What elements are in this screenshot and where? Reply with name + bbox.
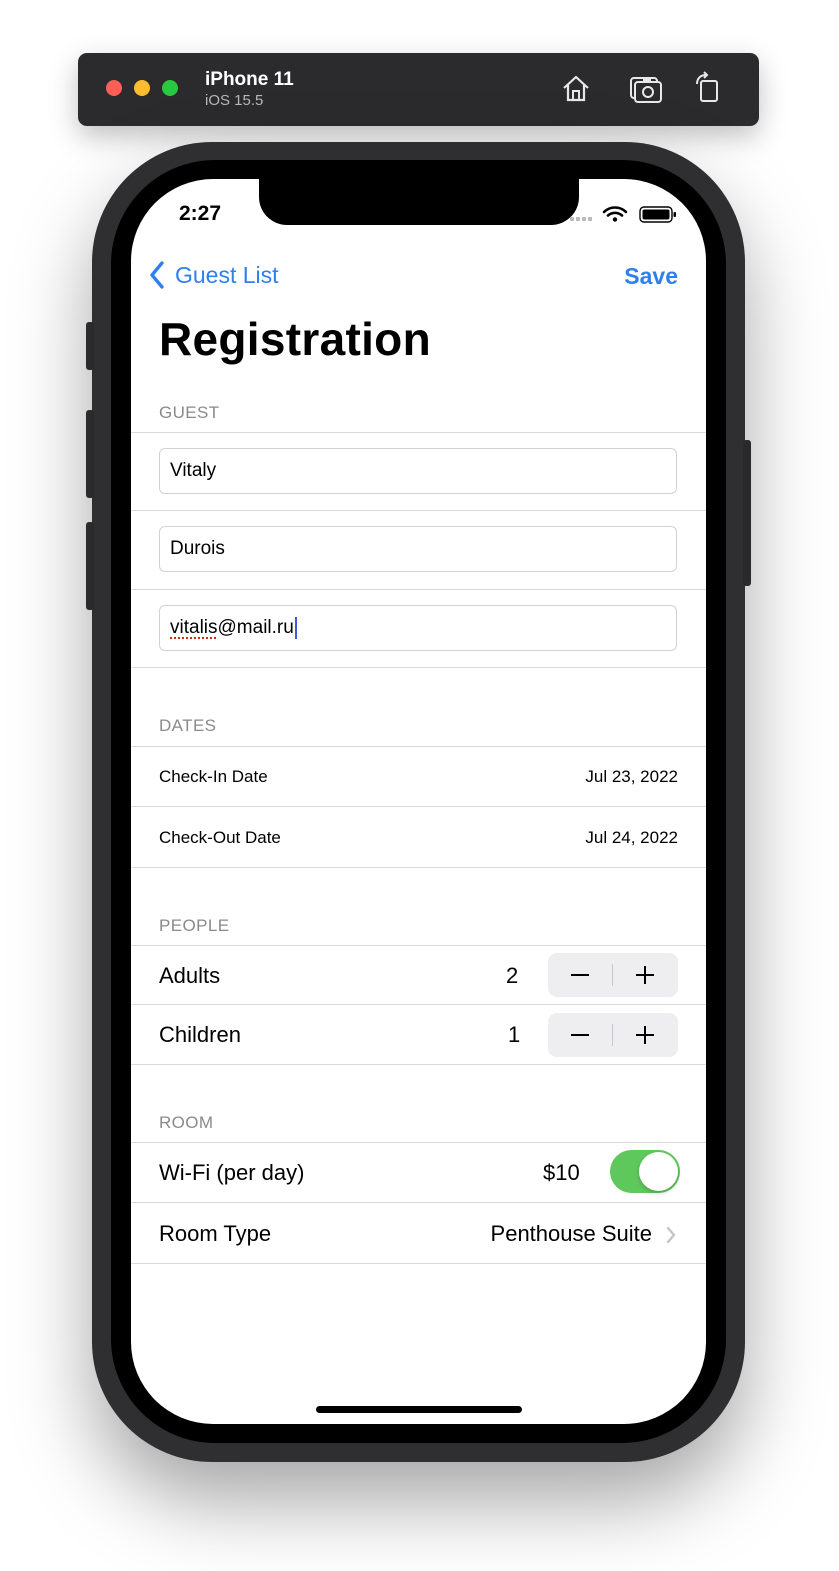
chevron-left-icon	[150, 261, 164, 289]
divider	[131, 1064, 706, 1065]
save-button[interactable]: Save	[624, 263, 678, 290]
last-name-field[interactable]: Durois	[159, 526, 677, 572]
home-icon[interactable]	[558, 70, 594, 106]
first-name-field[interactable]: Vitaly	[159, 448, 677, 494]
email-domain-text: @mail.ru	[217, 617, 294, 638]
divider	[131, 867, 706, 868]
divider	[131, 1004, 706, 1005]
wifi-label: Wi-Fi (per day)	[159, 1160, 305, 1185]
adults-increment-button[interactable]	[613, 953, 678, 997]
close-window-button[interactable]	[106, 80, 122, 96]
children-decrement-button[interactable]	[548, 1013, 613, 1057]
simulator-os-version: iOS 15.5	[205, 92, 264, 109]
divider	[131, 1202, 706, 1203]
adults-label: Adults	[159, 963, 221, 988]
divider	[131, 432, 706, 433]
volume-down-button	[86, 522, 94, 610]
children-value: 1	[508, 1022, 521, 1047]
minus-icon	[571, 974, 589, 976]
toggle-knob	[639, 1152, 678, 1191]
wifi-price: $10	[543, 1160, 580, 1185]
simulator-device-name: iPhone 11	[205, 69, 294, 90]
zoom-window-button[interactable]	[162, 80, 178, 96]
plus-icon	[636, 1026, 654, 1044]
wifi-toggle[interactable]	[610, 1150, 680, 1193]
section-header-dates: DATES	[159, 716, 217, 735]
notch	[259, 179, 579, 225]
children-label: Children	[159, 1022, 241, 1047]
section-header-people: PEOPLE	[159, 916, 230, 935]
divider	[131, 510, 706, 511]
adults-value: 2	[506, 963, 519, 988]
minus-icon	[571, 1034, 589, 1036]
divider	[131, 589, 706, 590]
minimize-window-button[interactable]	[134, 80, 150, 96]
back-button-label: Guest List	[175, 261, 279, 288]
divider	[131, 1263, 706, 1264]
plus-icon	[636, 966, 654, 984]
status-time: 2:27	[179, 202, 222, 225]
screenshot-icon[interactable]	[627, 70, 663, 106]
check-in-label: Check-In Date	[159, 767, 268, 786]
adults-stepper[interactable]	[548, 953, 678, 997]
check-out-label: Check-Out Date	[159, 828, 281, 847]
divider	[131, 945, 706, 946]
rotate-icon[interactable]	[690, 70, 726, 106]
signal-icon	[570, 217, 592, 221]
section-header-room: ROOM	[159, 1113, 214, 1132]
adults-decrement-button[interactable]	[548, 953, 613, 997]
status-icons	[570, 205, 682, 223]
volume-up-button	[86, 410, 94, 498]
room-type-value: Penthouse Suite	[490, 1221, 652, 1246]
chevron-right-icon	[666, 1226, 676, 1244]
mute-switch	[86, 322, 94, 370]
email-user-text: vitalis	[170, 617, 218, 638]
divider	[131, 746, 706, 747]
section-header-guest: GUEST	[159, 403, 220, 422]
divider	[131, 667, 706, 668]
phone-screen: 2:27 Guest List Save Registration GUEST …	[131, 179, 706, 1424]
email-field[interactable]: vitalis@mail.ru	[159, 605, 677, 651]
check-in-value[interactable]: Jul 23, 2022	[585, 767, 678, 787]
back-button[interactable]: Guest List	[149, 261, 279, 289]
divider	[131, 806, 706, 807]
home-indicator[interactable]	[316, 1406, 522, 1413]
divider	[131, 1142, 706, 1143]
check-out-value[interactable]: Jul 24, 2022	[585, 828, 678, 848]
page-title: Registration	[159, 313, 431, 365]
text-cursor	[294, 616, 297, 639]
battery-icon	[639, 206, 676, 223]
wifi-icon	[602, 206, 628, 217]
children-increment-button[interactable]	[613, 1013, 678, 1057]
room-type-label: Room Type	[159, 1221, 272, 1246]
power-button	[743, 440, 751, 586]
children-stepper[interactable]	[548, 1013, 678, 1057]
